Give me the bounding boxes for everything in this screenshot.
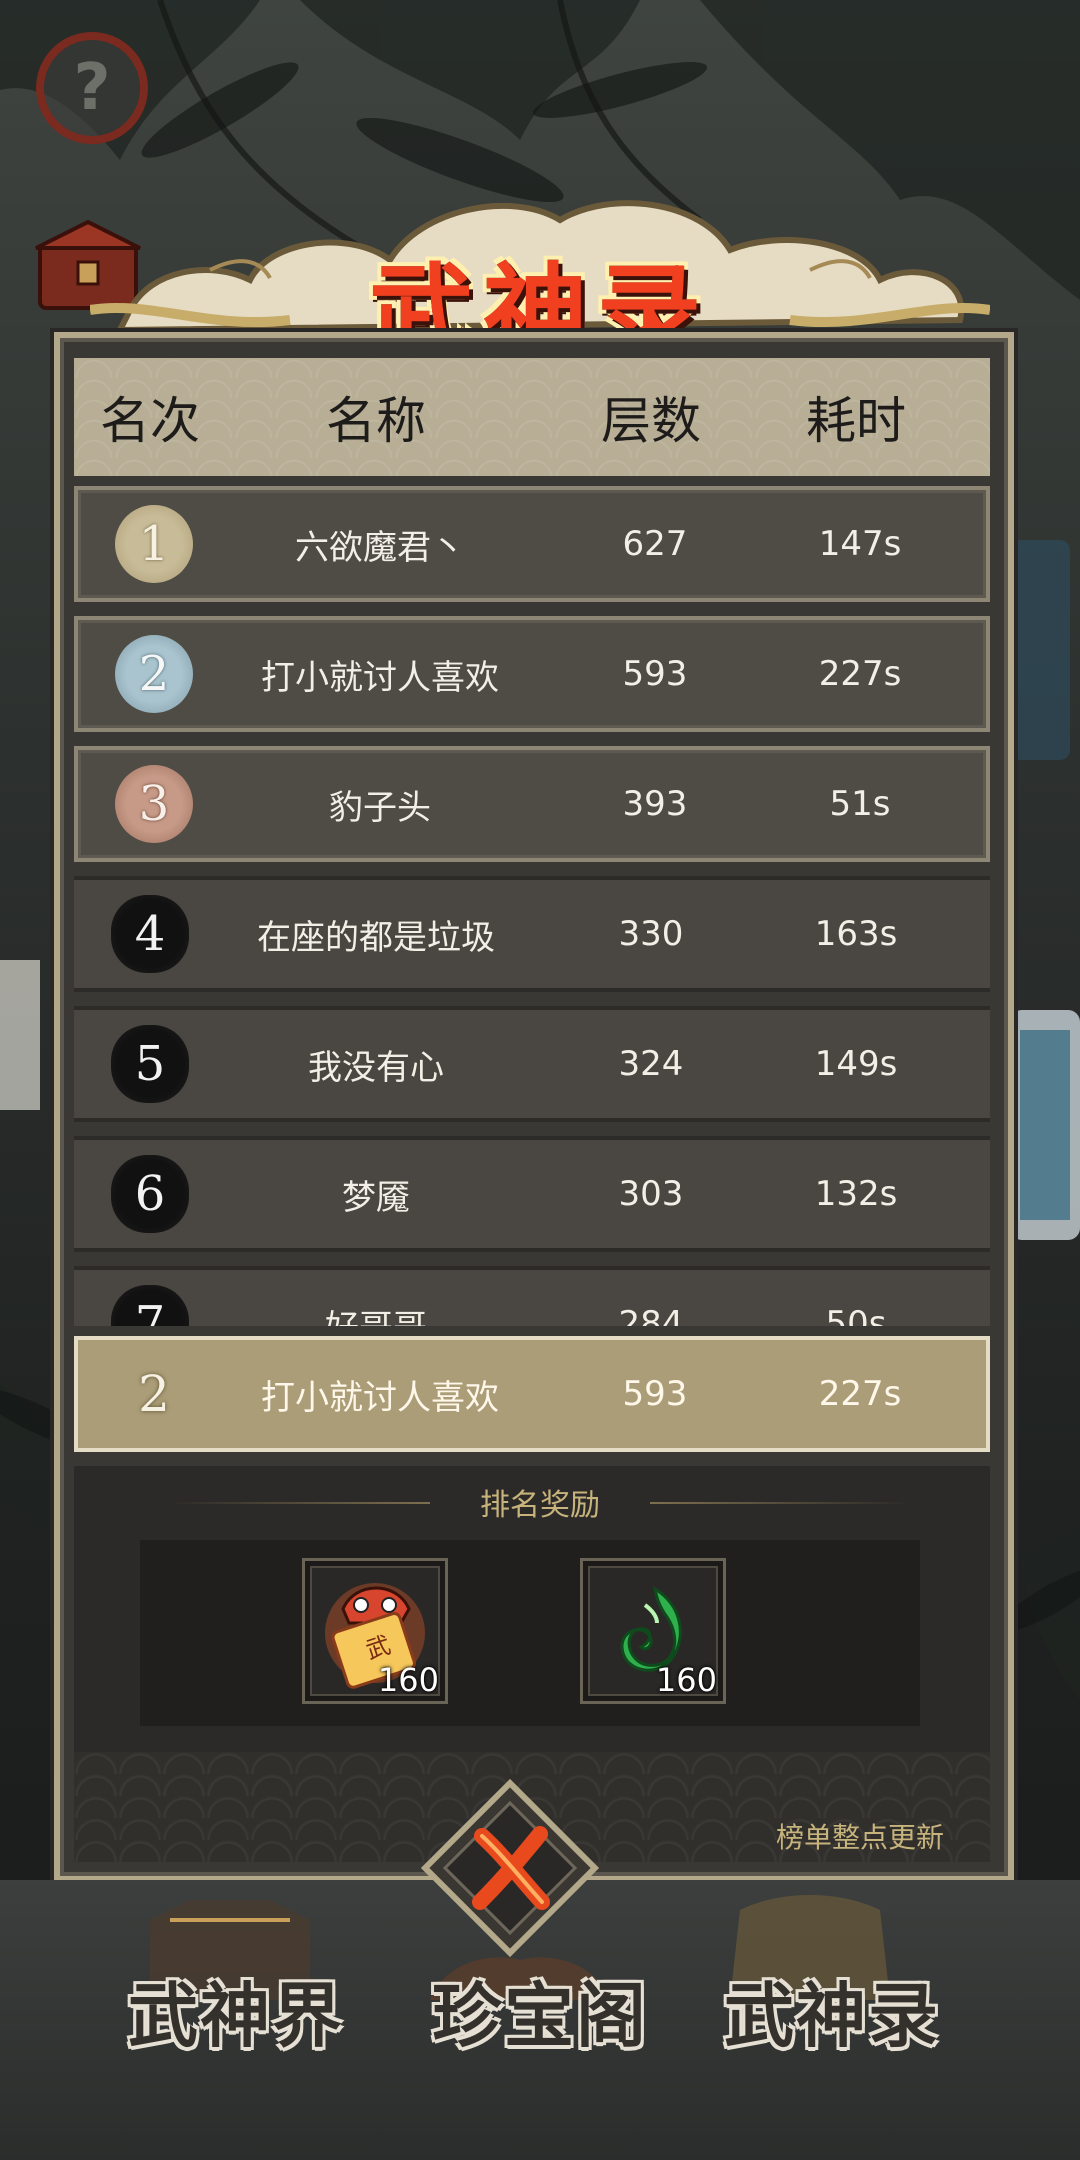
nav-wushen-realm[interactable]: 武神界: [106, 1960, 366, 2061]
time-used: 163s: [814, 914, 898, 954]
header-floors: 层数: [601, 392, 701, 450]
player-name: 好哥哥: [226, 1300, 526, 1327]
nav-label: 武神录: [724, 1974, 940, 2057]
floor-count: 593: [622, 654, 688, 694]
table-row[interactable]: 5 我没有心 324 149s: [74, 1006, 990, 1122]
my-player-name: 打小就讨人喜欢: [261, 1377, 499, 1418]
my-rank-badge: 2: [138, 1365, 170, 1423]
floor-count: 627: [622, 524, 688, 564]
table-row[interactable]: 4 在座的都是垃圾 330 163s: [74, 876, 990, 992]
floor-count: 324: [618, 1044, 684, 1084]
time-used: 51s: [829, 784, 891, 824]
rewards-title: 排名奖励: [480, 1488, 600, 1523]
my-rank-row: 2 打小就讨人喜欢 593 227s: [74, 1336, 990, 1452]
player-name: 梦魇: [342, 1177, 410, 1218]
table-row[interactable]: 1 六欲魔君丶 627 147s: [74, 486, 990, 602]
rank-badge: 6: [111, 1155, 189, 1233]
header-time: 耗时: [806, 392, 906, 450]
time-used: 132s: [814, 1174, 898, 1214]
rank-badge: 7: [111, 1285, 189, 1326]
time-used: 149s: [814, 1044, 898, 1084]
header-name: 名称: [326, 392, 426, 450]
rank-badge: 1: [115, 505, 193, 583]
rewards-box: [140, 1540, 920, 1726]
reward-item-slot[interactable]: 武 160: [302, 1558, 448, 1704]
rank-badge: 2: [115, 635, 193, 713]
player-name: 六欲魔君丶: [295, 527, 465, 568]
time-used: 147s: [818, 524, 902, 564]
rank-badge: 5: [111, 1025, 189, 1103]
time-used: 50s: [825, 1304, 887, 1326]
rank-badge: 4: [111, 895, 189, 973]
ranking-list[interactable]: 1 六欲魔君丶 627 147s 2 打小就讨人喜欢 593 227s 3 豹子…: [74, 486, 990, 1326]
player-name: 豹子头: [329, 787, 431, 828]
update-note: 榜单整点更新: [775, 1821, 944, 1854]
player-name: 我没有心: [308, 1047, 444, 1088]
close-button[interactable]: [412, 1770, 608, 1966]
help-button[interactable]: ?: [36, 32, 148, 144]
floor-count: 303: [618, 1174, 684, 1214]
reward-count: 160: [655, 1661, 717, 1699]
nav-wushen-record[interactable]: 武神录: [702, 1960, 962, 2061]
table-header: 名次 名称 层数 耗时: [74, 358, 990, 476]
player-name: 在座的都是垃圾: [257, 917, 495, 958]
table-row[interactable]: 2 打小就讨人喜欢 593 227s: [74, 616, 990, 732]
floor-count: 330: [618, 914, 684, 954]
my-floor-count: 593: [622, 1374, 688, 1414]
floor-count: 284: [618, 1304, 684, 1326]
player-name: 打小就讨人喜欢: [261, 657, 499, 698]
nav-label: 武神界: [128, 1974, 344, 2057]
header-rank: 名次: [100, 392, 200, 450]
my-time-used: 227s: [818, 1374, 902, 1414]
table-row[interactable]: 6 梦魇 303 132s: [74, 1136, 990, 1252]
reward-count: 160: [377, 1661, 439, 1699]
rank-badge: 3: [115, 765, 193, 843]
nav-label: 珍宝阁: [432, 1974, 648, 2057]
question-mark-icon: ?: [73, 51, 111, 125]
nav-treasure-pavilion[interactable]: 珍宝阁: [410, 1960, 670, 2061]
close-icon: [420, 1778, 600, 1958]
table-row[interactable]: 7 好哥哥 284 50s: [74, 1266, 990, 1326]
table-row[interactable]: 3 豹子头 393 51s: [74, 746, 990, 862]
reward-item-slot[interactable]: 160: [580, 1558, 726, 1704]
floor-count: 393: [622, 784, 688, 824]
time-used: 227s: [818, 654, 902, 694]
